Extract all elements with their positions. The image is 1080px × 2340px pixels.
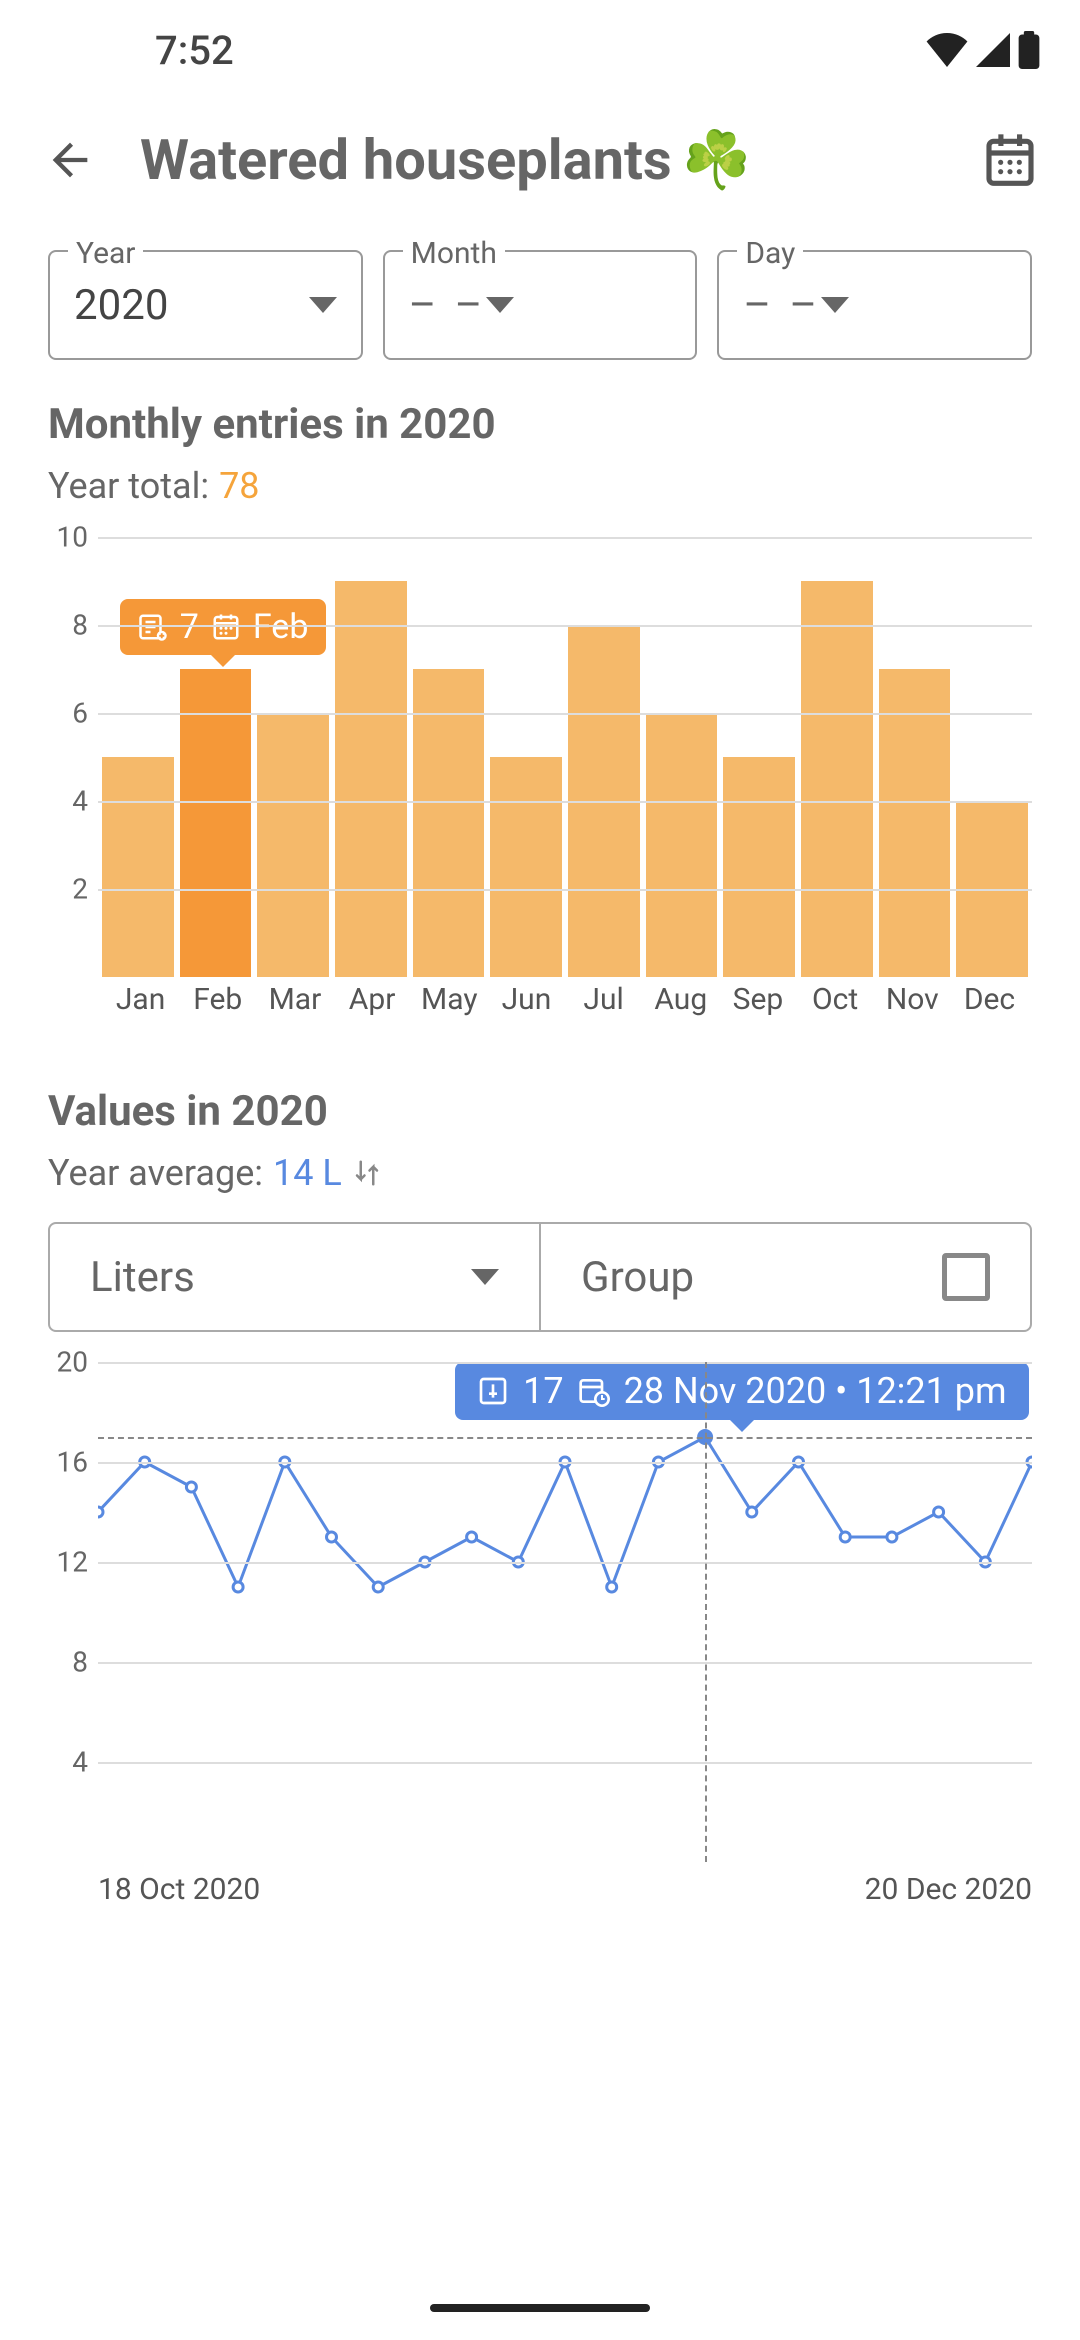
bar-mar[interactable] <box>257 713 329 977</box>
calendar-clock-icon <box>578 1375 610 1407</box>
value-box-icon <box>477 1375 509 1407</box>
chevron-down-icon <box>471 1269 499 1285</box>
line-tooltip-label: 28 Nov 2020 • 12:21 pm <box>624 1370 1007 1412</box>
bar-sep[interactable] <box>723 757 795 977</box>
bar-xlabel: Mar <box>256 982 333 1037</box>
line-tooltip-value: 17 <box>523 1370 563 1412</box>
bar-xlabel: May <box>411 982 488 1037</box>
bar-oct[interactable] <box>801 581 873 977</box>
battery-icon <box>1018 31 1040 69</box>
bar-apr[interactable] <box>335 581 407 977</box>
year-average-value: 14 L <box>273 1152 342 1194</box>
bar-xlabel: Apr <box>334 982 411 1037</box>
chevron-down-icon <box>486 297 514 313</box>
calendar-icon <box>982 132 1038 188</box>
bar-aug[interactable] <box>646 713 718 977</box>
section-title: Monthly entries in 2020 <box>48 400 1032 449</box>
day-filter-label: Day <box>737 236 803 271</box>
values-controls: Liters Group <box>48 1222 1032 1332</box>
bar-tooltip-value: 7 <box>180 607 199 647</box>
line-chart[interactable]: 17 28 Nov 2020 • 12:21 pm 48121620 18 Oc… <box>0 1332 1080 1922</box>
chevron-down-icon <box>821 297 849 313</box>
nav-indicator <box>430 2304 650 2312</box>
metric-selector[interactable]: Liters <box>50 1224 541 1330</box>
sort-icon[interactable] <box>352 1158 382 1188</box>
bar-xlabel: Nov <box>874 982 951 1037</box>
bar-may[interactable] <box>413 669 485 977</box>
page-title-text: Watered houseplants <box>140 127 672 193</box>
section-values: Values in 2020 Year average: 14 L <box>0 1037 1080 1194</box>
status-time: 7:52 <box>155 27 234 74</box>
year-filter-label: Year <box>68 236 143 271</box>
bar-xlabel: Jun <box>488 982 565 1037</box>
bar-jun[interactable] <box>490 757 562 977</box>
filter-row: Year 2020 Month – – Day – – <box>0 220 1080 370</box>
line-x-start: 18 Oct 2020 <box>98 1872 260 1922</box>
bar-xlabel: Aug <box>642 982 719 1037</box>
status-icons <box>926 31 1040 69</box>
section-sub: Year total: 78 <box>48 465 1032 507</box>
day-filter-value: – – <box>743 281 821 330</box>
back-button[interactable] <box>30 120 110 200</box>
arrow-left-icon <box>44 134 96 186</box>
day-filter[interactable]: Day – – <box>717 250 1032 360</box>
bar-xlabel: Oct <box>797 982 874 1037</box>
year-filter[interactable]: Year 2020 <box>48 250 363 360</box>
group-label: Group <box>581 1253 922 1302</box>
line-x-end: 20 Dec 2020 <box>865 1872 1032 1922</box>
bar-xlabel: Jul <box>565 982 642 1037</box>
app-bar: Watered houseplants ☘️ <box>0 100 1080 220</box>
bar-chart[interactable]: 7 Feb 246810 JanFebMarAprMayJunJulAugSep… <box>0 507 1080 1037</box>
entries-icon <box>138 612 168 642</box>
bar-xlabel: Jan <box>102 982 179 1037</box>
chevron-down-icon <box>309 297 337 313</box>
wifi-icon <box>926 33 968 67</box>
calendar-button[interactable] <box>970 120 1050 200</box>
year-total-value: 78 <box>219 465 259 507</box>
status-bar: 7:52 <box>0 0 1080 100</box>
page-title: Watered houseplants ☘️ <box>110 127 970 193</box>
bar-jan[interactable] <box>102 757 174 977</box>
year-filter-value: 2020 <box>74 281 309 330</box>
bar-xlabel: Dec <box>951 982 1028 1037</box>
year-average-label: Year average: <box>48 1152 263 1194</box>
bar-xlabel: Feb <box>179 982 256 1037</box>
metric-label: Liters <box>90 1253 471 1302</box>
bar-tooltip-label: Feb <box>253 607 309 647</box>
shamrock-icon: ☘️ <box>682 127 752 193</box>
bar-nov[interactable] <box>879 669 951 977</box>
month-filter-value: – – <box>409 281 487 330</box>
signal-icon <box>976 33 1010 67</box>
month-filter[interactable]: Month – – <box>383 250 698 360</box>
calendar-small-icon <box>211 612 241 642</box>
checkbox-icon <box>942 1253 990 1301</box>
line-chart-tooltip: 17 28 Nov 2020 • 12:21 pm <box>455 1362 1028 1420</box>
bar-xlabel: Sep <box>719 982 796 1037</box>
year-total-label: Year total: <box>48 465 209 507</box>
bar-feb[interactable] <box>180 669 252 977</box>
section-monthly-entries: Monthly entries in 2020 Year total: 78 <box>0 370 1080 507</box>
month-filter-label: Month <box>403 236 505 271</box>
group-toggle[interactable]: Group <box>541 1224 1030 1330</box>
bar-chart-tooltip: 7 Feb <box>120 599 327 655</box>
section-title: Values in 2020 <box>48 1087 1032 1136</box>
section-sub: Year average: 14 L <box>48 1152 1032 1194</box>
